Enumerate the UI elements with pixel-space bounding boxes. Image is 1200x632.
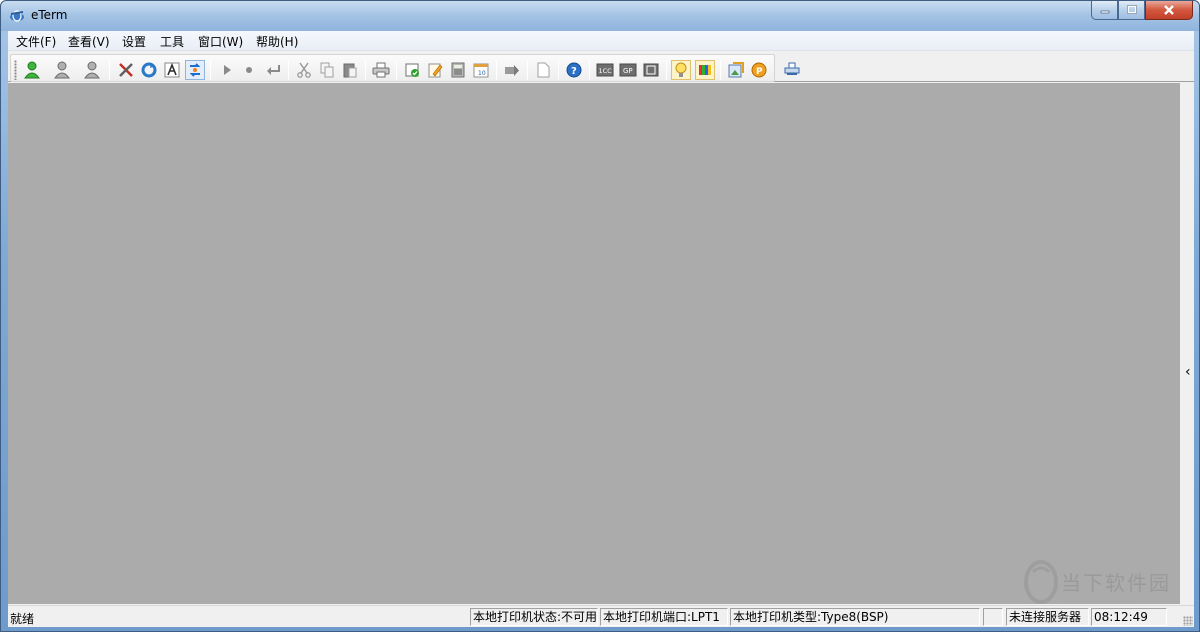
- edit-icon[interactable]: [425, 60, 445, 80]
- toolbar-grip[interactable]: [14, 60, 17, 80]
- toolbar-band: 10 ? 1CC GP P: [10, 54, 775, 82]
- svg-text:GP: GP: [623, 67, 633, 75]
- sync-icon[interactable]: [185, 60, 205, 80]
- numeric-icon[interactable]: 1CC: [595, 60, 615, 80]
- status-empty-pane: [983, 608, 1003, 626]
- menu-view[interactable]: 查看(V): [68, 33, 110, 50]
- color-bars-icon[interactable]: [695, 60, 715, 80]
- lightbulb-icon[interactable]: [671, 60, 691, 80]
- toolbar-separator: [527, 60, 528, 80]
- resize-grip[interactable]: [1183, 616, 1193, 626]
- menu-bar: 文件(F) 查看(V) 设置 工具 窗口(W) 帮助(H): [8, 31, 1194, 51]
- toolbar-separator: [288, 60, 289, 80]
- mdi-workspace[interactable]: [8, 83, 1180, 604]
- font-icon[interactable]: [162, 60, 182, 80]
- toolbar-separator: [210, 60, 211, 80]
- toolbar-separator: [109, 60, 110, 80]
- record-icon[interactable]: [239, 60, 259, 80]
- title-bar[interactable]: eTerm: [1, 1, 1199, 31]
- enter-icon[interactable]: [263, 60, 283, 80]
- refresh-icon[interactable]: [139, 60, 159, 80]
- watermark-logo-icon: [1023, 560, 1059, 611]
- toolbar-separator: [666, 60, 667, 80]
- toolbar-separator: [396, 60, 397, 80]
- status-printer-type: 本地打印机类型:Type8(BSP): [730, 608, 980, 626]
- toolbar-band-secondary: [776, 54, 806, 82]
- tools-icon[interactable]: [116, 60, 136, 80]
- status-clock: 08:12:49: [1091, 608, 1167, 626]
- gp-icon[interactable]: GP: [618, 60, 638, 80]
- user-gray-icon[interactable]: [52, 60, 72, 80]
- menu-file[interactable]: 文件(F): [16, 33, 56, 50]
- watermark-url: www.downxia.com: [1064, 595, 1148, 605]
- eterm-app-icon: [9, 8, 25, 24]
- status-printer-state: 本地打印机状态:不可用: [470, 608, 598, 626]
- svg-text:P: P: [756, 67, 763, 77]
- svg-text:10: 10: [478, 70, 486, 77]
- svg-text:?: ?: [571, 66, 577, 77]
- maximize-icon: [1126, 5, 1137, 14]
- flag-icon[interactable]: [402, 60, 422, 80]
- app-window: eTerm 文件(F) 查看(V) 设置 工具 窗口(W) 帮助(H) 10 ?…: [0, 0, 1200, 632]
- status-printer-port: 本地打印机端口:LPT1: [600, 608, 728, 626]
- printer-small-icon[interactable]: [782, 59, 802, 79]
- calculator-icon[interactable]: [448, 60, 468, 80]
- user-green-icon[interactable]: [22, 60, 42, 80]
- toolbar-separator: [720, 60, 721, 80]
- minimize-icon: [1100, 10, 1109, 14]
- menu-help[interactable]: 帮助(H): [256, 33, 298, 50]
- side-panel-handle[interactable]: [1182, 83, 1194, 604]
- watermark-text: 当下软件园: [1061, 571, 1171, 595]
- menu-window[interactable]: 窗口(W): [198, 33, 243, 50]
- user-gray-icon[interactable]: [82, 60, 102, 80]
- toolbar-separator: [496, 60, 497, 80]
- status-bar: 就绪 本地打印机状态:不可用 本地打印机端口:LPT1 本地打印机类型:Type…: [8, 605, 1194, 627]
- status-ready: 就绪: [10, 612, 35, 626]
- menu-settings[interactable]: 设置: [122, 33, 146, 50]
- calendar-icon[interactable]: 10: [471, 60, 491, 80]
- chevron-left-icon[interactable]: ‹: [1185, 364, 1191, 380]
- menu-tools[interactable]: 工具: [160, 33, 184, 50]
- toolbar-separator: [589, 60, 590, 80]
- play-icon[interactable]: [217, 60, 237, 80]
- window-title: eTerm: [31, 8, 68, 22]
- caption-buttons: [1091, 1, 1193, 21]
- svg-text:1CC: 1CC: [599, 67, 613, 75]
- print-icon[interactable]: [371, 60, 391, 80]
- copy-icon[interactable]: [317, 60, 337, 80]
- new-page-icon[interactable]: [533, 60, 553, 80]
- coin-icon[interactable]: P: [749, 60, 769, 80]
- image-icon[interactable]: [726, 60, 746, 80]
- minimize-button[interactable]: [1091, 1, 1118, 20]
- close-button[interactable]: [1145, 1, 1193, 20]
- toolbar-separator: [365, 60, 366, 80]
- forward-icon[interactable]: [502, 60, 522, 80]
- maximize-button[interactable]: [1118, 1, 1145, 20]
- help-icon[interactable]: ?: [564, 60, 584, 80]
- toolbar: 10 ? 1CC GP P: [8, 52, 1194, 82]
- client-area: 文件(F) 查看(V) 设置 工具 窗口(W) 帮助(H) 10 ? 1CC G…: [8, 31, 1194, 627]
- close-icon: [1164, 5, 1174, 15]
- cut-icon[interactable]: [294, 60, 314, 80]
- toolbar-separator: [558, 60, 559, 80]
- paste-icon[interactable]: [340, 60, 360, 80]
- grid-icon[interactable]: [641, 60, 661, 80]
